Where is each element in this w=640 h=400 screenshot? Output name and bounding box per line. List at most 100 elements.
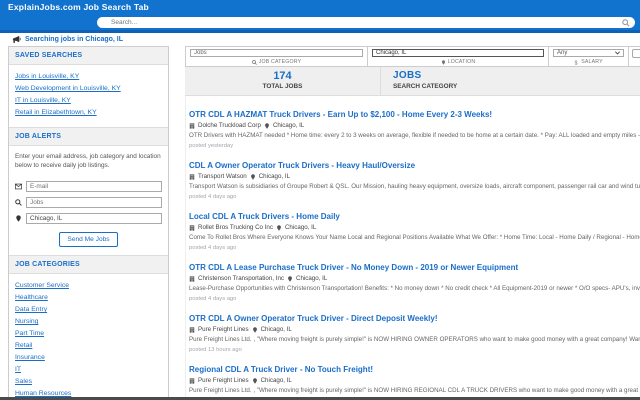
job-meta: Dolche Truckload Corp Chicago, IL bbox=[189, 122, 640, 129]
job-posted: posted 4 days ago bbox=[189, 194, 237, 200]
filter-job-category: JOB CATEGORY bbox=[186, 47, 368, 66]
job-title-link[interactable]: CDL A Owner Operator Truck Drivers - Hea… bbox=[189, 161, 640, 170]
job-category-link[interactable]: Retail bbox=[15, 340, 162, 352]
envelope-icon bbox=[15, 183, 22, 190]
job-description: Come To Rollet Bros Where Everyone Knows… bbox=[189, 234, 640, 241]
job-title-link[interactable]: OTR CDL A Lease Purchase Truck Driver - … bbox=[189, 263, 640, 272]
job-meta: Pure Freight Lines Chicago, IL bbox=[189, 326, 640, 333]
location-pin-icon bbox=[265, 122, 269, 129]
job-title-link[interactable]: Regional CDL A Truck Driver - No Touch F… bbox=[189, 365, 640, 374]
job-company: Pure Freight Lines bbox=[198, 326, 249, 333]
building-icon bbox=[189, 224, 195, 231]
location-pin-icon bbox=[252, 377, 257, 384]
job-company: Rollet Bros Trucking Co Inc bbox=[198, 224, 273, 231]
job-posted: posted 13 hours ago bbox=[189, 347, 242, 353]
location-pin-icon bbox=[441, 59, 445, 65]
job-posted: posted 4 days ago bbox=[189, 245, 237, 251]
job-title-link[interactable]: Local CDL A Truck Drivers - Home Daily bbox=[189, 212, 640, 221]
job-categories-list: Customer Service Healthcare Data Entry N… bbox=[9, 274, 168, 400]
job-category-link[interactable]: Nursing bbox=[15, 316, 162, 328]
filter-location: LOCATION bbox=[368, 47, 549, 66]
location-pin-icon bbox=[288, 275, 292, 282]
alert-location-input[interactable] bbox=[26, 213, 162, 224]
job-location: Chicago, IL bbox=[260, 377, 292, 384]
filter-partial-box bbox=[632, 49, 640, 58]
window-title: ExplainJobs.com Job Search Tab bbox=[0, 0, 640, 15]
search-status-text: Searching jobs in Chicago, IL bbox=[25, 35, 124, 43]
job-category-link[interactable]: Part Time bbox=[15, 328, 162, 340]
job-category-link[interactable]: IT bbox=[15, 364, 162, 376]
job-category-link[interactable]: Sales bbox=[15, 376, 162, 388]
location-pin-icon bbox=[250, 173, 255, 180]
dollar-icon: $ bbox=[575, 60, 578, 65]
search-input[interactable] bbox=[97, 17, 635, 28]
building-icon bbox=[189, 122, 195, 129]
job-company: Pure Freight Lines bbox=[198, 377, 249, 384]
location-pin-icon bbox=[252, 326, 257, 333]
job-description: OTR Drivers with HAZMAT needed * Home ti… bbox=[189, 132, 640, 139]
building-icon bbox=[189, 377, 195, 384]
job-category-link[interactable]: Data Entry bbox=[15, 304, 162, 316]
job-description: Pure Freight Lines Ltd. , "Where moving … bbox=[189, 387, 640, 394]
saved-search-link[interactable]: IT in Louisville, KY bbox=[15, 95, 162, 107]
saved-searches-header: SAVED SEARCHES bbox=[9, 47, 168, 65]
alert-jobs-input[interactable] bbox=[26, 197, 162, 208]
filter-salary: Any $ SALARY bbox=[549, 47, 629, 66]
job-company: Christenson Transportation, Inc bbox=[198, 275, 284, 282]
search-status: Searching jobs in Chicago, IL bbox=[12, 33, 123, 45]
filter-partial bbox=[629, 47, 640, 66]
job-meta: Rollet Bros Trucking Co Inc Chicago, IL bbox=[189, 224, 640, 231]
main-content: JOB CATEGORY LOCATION Any $ bbox=[185, 46, 640, 400]
job-category-label-text: JOB CATEGORY bbox=[258, 59, 302, 65]
browser-search-bar bbox=[0, 15, 640, 30]
job-category-link[interactable]: Customer Service bbox=[15, 280, 162, 292]
job-title-link[interactable]: OTR CDL A Owner Operator Truck Driver - … bbox=[189, 314, 640, 323]
building-icon bbox=[189, 275, 195, 282]
total-jobs-stat: 174 TOTAL JOBS bbox=[185, 67, 381, 95]
job-category-link[interactable]: Healthcare bbox=[15, 292, 162, 304]
search-icon bbox=[251, 59, 257, 65]
job-categories-header: JOB CATEGORIES bbox=[9, 255, 168, 274]
send-me-jobs-button[interactable]: Send Me Jobs bbox=[59, 232, 118, 247]
alert-email-input[interactable] bbox=[26, 181, 162, 192]
job-listing: OTR CDL A Owner Operator Truck Driver - … bbox=[189, 304, 640, 355]
search-icon bbox=[622, 19, 630, 27]
job-location: Chicago, IL bbox=[272, 122, 305, 129]
job-title-link[interactable]: OTR CDL A HAZMAT Truck Drivers - Earn Up… bbox=[189, 110, 640, 119]
svg-text:$: $ bbox=[575, 60, 578, 65]
building-icon bbox=[189, 326, 195, 333]
saved-searches-list: Jobs in Louisville, KY Web Development i… bbox=[9, 65, 168, 127]
location-label: LOCATION bbox=[372, 59, 544, 65]
total-jobs-value: 174 bbox=[273, 70, 292, 82]
total-jobs-label: TOTAL JOBS bbox=[262, 83, 303, 90]
job-listing: OTR CDL A Lease Purchase Truck Driver - … bbox=[189, 253, 640, 304]
location-pin-icon bbox=[16, 215, 21, 222]
job-listing: OTR CDL A HAZMAT Truck Drivers - Earn Up… bbox=[189, 100, 640, 151]
saved-search-link[interactable]: Retail in Elizabethtown, KY bbox=[15, 107, 162, 119]
saved-search-link[interactable]: Web Development in Louisville, KY bbox=[15, 83, 162, 95]
job-company: Transport Watson bbox=[198, 173, 247, 180]
location-pin-icon bbox=[277, 224, 281, 231]
location-input[interactable] bbox=[372, 49, 544, 57]
search-category-stat: JOBS SEARCH CATEGORY bbox=[381, 67, 457, 95]
job-meta: Transport Watson Chicago, IL bbox=[189, 173, 640, 180]
job-company: Dolche Truckload Corp bbox=[198, 122, 261, 129]
job-meta: Pure Freight Lines Chicago, IL bbox=[189, 377, 640, 384]
salary-select[interactable]: Any bbox=[553, 49, 624, 57]
salary-select-value: Any bbox=[557, 50, 568, 56]
stats-bar: 174 TOTAL JOBS JOBS SEARCH CATEGORY bbox=[185, 67, 640, 96]
job-category-label: JOB CATEGORY bbox=[190, 59, 363, 65]
job-category-input[interactable] bbox=[190, 49, 363, 57]
job-meta: Christenson Transportation, Inc Chicago,… bbox=[189, 275, 640, 282]
job-category-link[interactable]: Insurance bbox=[15, 352, 162, 364]
search-category-label: SEARCH CATEGORY bbox=[393, 83, 458, 90]
building-icon bbox=[189, 173, 195, 180]
sidebar: SAVED SEARCHES Jobs in Louisville, KY We… bbox=[8, 46, 169, 400]
saved-search-link[interactable]: Jobs in Louisville, KY bbox=[15, 71, 162, 83]
job-posted: posted yesterday bbox=[189, 143, 234, 149]
salary-label-text: SALARY bbox=[581, 59, 603, 65]
chevron-down-icon bbox=[615, 51, 620, 55]
salary-label: $ SALARY bbox=[553, 59, 624, 65]
job-description: Transport Watson is subsidiaries of Grou… bbox=[189, 183, 640, 190]
job-alerts-description: Enter your email address, job category a… bbox=[15, 153, 161, 169]
